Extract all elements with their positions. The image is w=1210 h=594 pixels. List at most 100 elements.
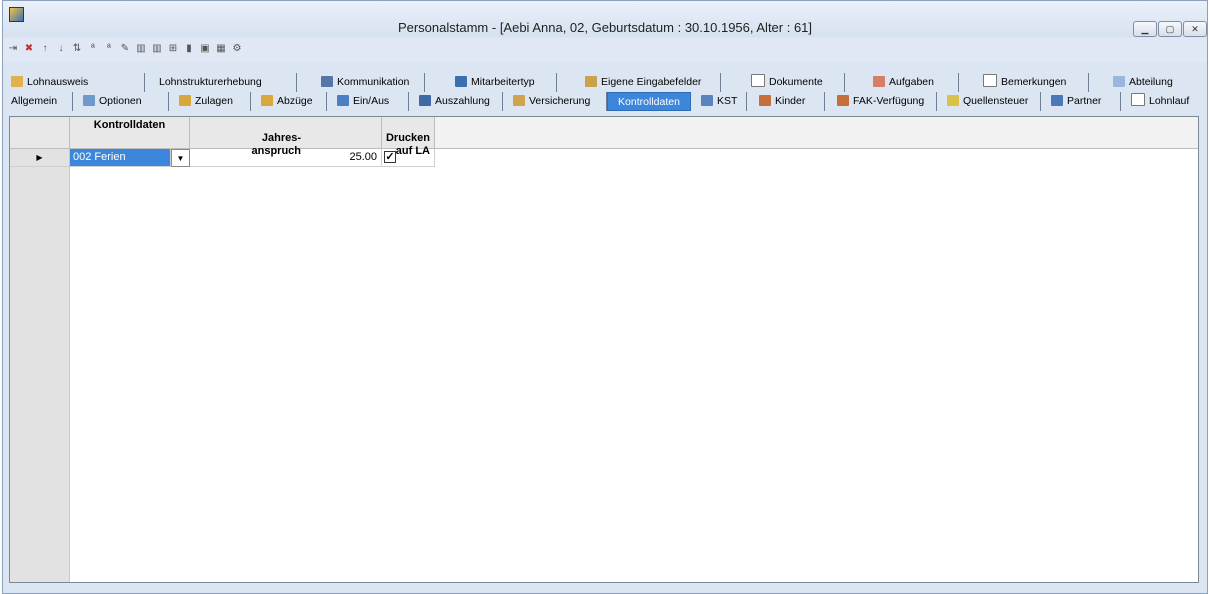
partner-icon xyxy=(1051,95,1063,106)
tab-label: Kommunikation xyxy=(337,76,410,88)
close-button[interactable]: ✕ xyxy=(1183,21,1207,37)
minus-icon xyxy=(261,95,273,106)
plus-icon xyxy=(179,95,191,106)
arrows-icon xyxy=(337,95,349,106)
minimize-button[interactable]: ▁ xyxy=(1133,21,1157,37)
tab-label: Lohnstrukturerhebung xyxy=(159,76,262,88)
row-indicator[interactable]: ▶ xyxy=(10,149,70,167)
tab-label: Abteilung xyxy=(1129,76,1173,88)
tab-aufgaben[interactable]: Aufgaben xyxy=(845,73,959,92)
tab-mitarbeitertyp[interactable]: Mitarbeitertyp xyxy=(425,73,557,92)
tab-label: Zulagen xyxy=(195,95,233,107)
tab-label: Mitarbeitertyp xyxy=(471,76,535,88)
tab-ein-aus[interactable]: Ein/Aus xyxy=(327,92,409,111)
tab-label: Lohnlauf xyxy=(1149,95,1190,107)
column-header-drucken-auf-la[interactable]: Drucken auf LA xyxy=(382,117,435,157)
column-header-label: Kontrolldaten xyxy=(93,119,166,131)
column-header-kontrolldaten[interactable]: Kontrolldaten xyxy=(70,117,190,149)
tab-eigene-eingabefelder[interactable]: Eigene Eingabefelder xyxy=(557,73,721,92)
tab-label: Aufgaben xyxy=(889,76,934,88)
tab-row-2: Allgemein Optionen Zulagen Abzüge Ein/Au… xyxy=(3,92,1203,113)
columns-icon[interactable]: ▥ xyxy=(135,42,147,56)
tab-kommunikation[interactable]: Kommunikation xyxy=(297,73,425,92)
chevron-down-icon: ▼ xyxy=(176,154,185,163)
pencil-icon xyxy=(11,76,23,87)
grid-corner-header xyxy=(10,117,70,149)
tab-abzuege[interactable]: Abzüge xyxy=(251,92,327,111)
cost-center-icon xyxy=(701,95,713,106)
move-up-icon[interactable]: ↑ xyxy=(39,42,51,56)
tab-auszahlung[interactable]: Auszahlung xyxy=(409,92,503,111)
department-icon xyxy=(1113,76,1125,87)
tab-label: Lohnausweis xyxy=(27,76,89,88)
drucken-checkbox[interactable]: ✓ xyxy=(384,151,396,163)
spellcheck-alt-icon[interactable]: ª xyxy=(103,42,115,56)
tab-label: Auszahlung xyxy=(435,95,490,107)
cell-value: 25.00 xyxy=(349,151,377,163)
move-down-icon[interactable]: ↓ xyxy=(55,42,67,56)
tab-kinder[interactable]: Kinder xyxy=(747,92,825,111)
calculator-icon[interactable]: ▦ xyxy=(215,42,227,56)
row-header-column xyxy=(10,117,70,582)
document-icon xyxy=(751,74,765,87)
note-icon xyxy=(983,74,997,87)
tab-lohnlauf[interactable]: Lohnlauf xyxy=(1121,92,1203,111)
spellcheck-icon[interactable]: ª xyxy=(87,42,99,56)
columns-alt-icon[interactable]: ▥ xyxy=(151,42,163,56)
tab-partner[interactable]: Partner xyxy=(1041,92,1121,111)
tab-lohnstrukturerhebung[interactable]: Lohnstrukturerhebung xyxy=(145,73,297,92)
insurance-icon xyxy=(513,95,525,106)
settings-icon[interactable]: ⚙ xyxy=(231,42,243,56)
current-row-arrow-icon: ▶ xyxy=(36,153,43,162)
tab-label: Kinder xyxy=(775,95,806,107)
tax-icon xyxy=(947,95,959,106)
tab-abteilung[interactable]: Abteilung xyxy=(1089,73,1197,92)
options-icon xyxy=(83,95,95,106)
dropdown-button[interactable]: ▼ xyxy=(171,149,190,167)
delete-record-icon[interactable]: ✖ xyxy=(23,42,35,56)
save-icon[interactable]: ▣ xyxy=(199,42,211,56)
tab-label: Ein/Aus xyxy=(353,95,390,107)
insert-record-icon[interactable]: ⇥ xyxy=(7,42,19,56)
tab-allgemein[interactable]: Allgemein xyxy=(7,92,73,111)
tab-lohnausweis[interactable]: Lohnausweis xyxy=(7,73,145,92)
tab-quellensteuer[interactable]: Quellensteuer xyxy=(937,92,1041,111)
payment-icon xyxy=(419,95,431,106)
cell-value: 002 Ferien xyxy=(73,151,126,163)
window-title: Personalstamm - [Aebi Anna, 02, Geburtsd… xyxy=(397,20,813,35)
tab-optionen[interactable]: Optionen xyxy=(73,92,169,111)
filter-icon[interactable]: ⊞ xyxy=(167,42,179,56)
edit-icon[interactable]: ✎ xyxy=(119,42,131,56)
table-row-jahresanspruch-cell[interactable]: 25.00 xyxy=(190,149,382,167)
tab-kontrolldaten[interactable]: Kontrolldaten xyxy=(607,92,691,111)
tab-fak-verfuegung[interactable]: FAK-Verfügung xyxy=(825,92,937,111)
tab-dokumente[interactable]: Dokumente xyxy=(721,73,845,92)
grid-header-filler xyxy=(435,117,1198,149)
tasks-icon xyxy=(873,76,885,87)
maximize-button[interactable]: ▢ xyxy=(1158,21,1182,37)
tab-label: Dokumente xyxy=(769,76,823,88)
tab-versicherung[interactable]: Versicherung xyxy=(503,92,607,111)
tab-label: KST xyxy=(717,95,738,107)
tab-label: Bemerkungen xyxy=(1001,76,1067,88)
tab-label: Eigene Eingabefelder xyxy=(601,76,702,88)
column-header-jahresanspruch[interactable]: Jahres- anspruch xyxy=(190,117,382,157)
tab-label: Allgemein xyxy=(11,95,58,107)
fak-icon xyxy=(837,95,849,106)
title-bar: Personalstamm - [Aebi Anna, 02, Geburtsd… xyxy=(3,1,1207,37)
tab-label: Versicherung xyxy=(529,95,591,107)
table-row-kontrolldaten-cell[interactable]: 002 Ferien xyxy=(70,149,171,167)
toolbar: ⇥ ✖ ↑ ↓ ⇅ ª ª ✎ ▥ ▥ ⊞ ▮ ▣ ▦ ⚙ xyxy=(3,38,1207,62)
tab-label: Quellensteuer xyxy=(963,95,1029,107)
table-row-drucken-cell: ✓ xyxy=(382,149,435,167)
tab-row-1: Lohnausweis Lohnstrukturerhebung Kommuni… xyxy=(3,73,1203,94)
children-icon xyxy=(759,95,771,106)
status-bar xyxy=(3,587,1207,593)
tab-kst[interactable]: KST xyxy=(691,92,747,111)
tab-bemerkungen[interactable]: Bemerkungen xyxy=(959,73,1089,92)
tab-zulagen[interactable]: Zulagen xyxy=(169,92,251,111)
sort-icon[interactable]: ⇅ xyxy=(71,42,83,56)
chart-icon[interactable]: ▮ xyxy=(183,42,195,56)
tab-label: FAK-Verfügung xyxy=(853,95,925,107)
edit-icon xyxy=(585,76,597,87)
